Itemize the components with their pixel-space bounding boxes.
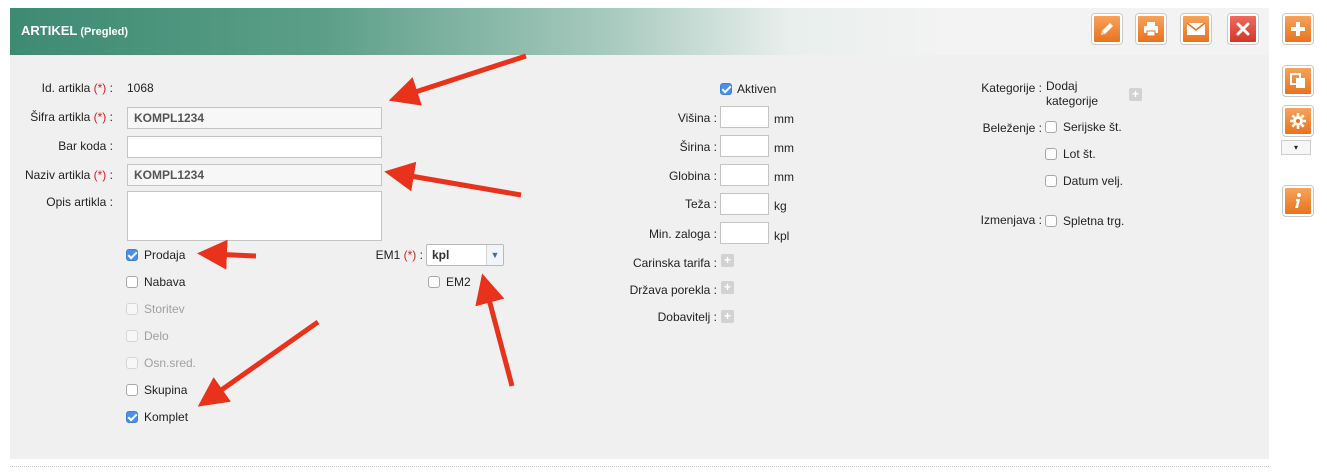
- annotation-arrows: [197, 53, 527, 407]
- arrow-to-komplet: [197, 319, 320, 407]
- arrow-to-sifra: [388, 53, 527, 106]
- arrow-to-em1: [475, 273, 515, 387]
- arrow-to-naziv: [384, 161, 522, 198]
- arrow-to-prodaja: [197, 239, 257, 270]
